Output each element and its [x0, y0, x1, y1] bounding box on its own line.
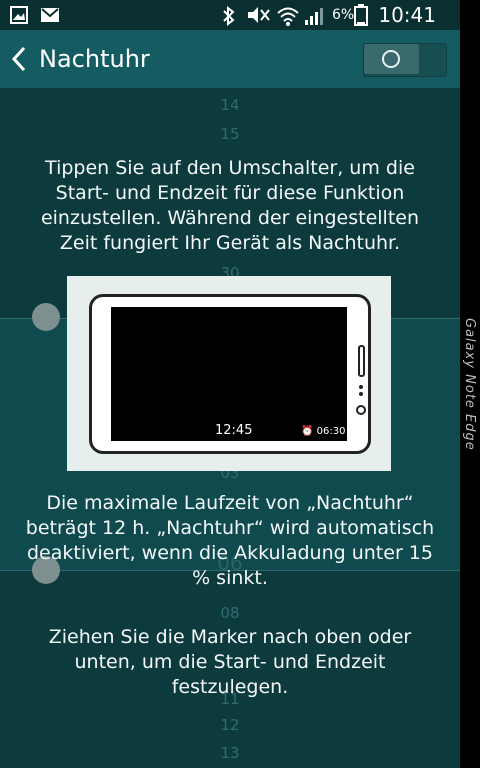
battery-percent: 6% — [332, 7, 355, 23]
status-bar: 6% 10:41 — [0, 0, 460, 30]
mute-icon — [248, 7, 270, 23]
screen: 6% 10:41 Nachtuhr 14 15 30 03 06 08 11 1… — [0, 0, 460, 768]
back-button[interactable] — [8, 44, 32, 74]
action-bar: Nachtuhr — [0, 30, 460, 88]
page-title: Nachtuhr — [39, 45, 150, 73]
phone-outline: 12:45 ⏰ 06:30 — [89, 294, 371, 454]
intro-text: Tippen Sie auf den Umschalter, um die St… — [40, 157, 420, 254]
hour-label: 15 — [220, 125, 240, 143]
hour-label: 13 — [220, 744, 240, 762]
illustration-alarm-time: 06:30 — [316, 426, 346, 437]
limit-text: Die maximale Laufzeit von „Nachtuhr“ bet… — [25, 492, 435, 589]
nachtuhr-toggle[interactable] — [363, 43, 447, 77]
phone-screen: 12:45 ⏰ 06:30 — [111, 307, 347, 441]
hour-label: 12 — [220, 716, 240, 734]
toggle-thumb[interactable] — [364, 44, 419, 74]
phone-speaker — [358, 345, 365, 377]
edge-panel[interactable]: Galaxy Note Edge — [460, 0, 480, 768]
phone-dots — [359, 385, 364, 399]
hour-label: 08 — [220, 604, 240, 622]
hour-label: 14 — [220, 96, 240, 114]
battery-icon — [354, 4, 368, 26]
bluetooth-icon — [223, 6, 235, 26]
drag-text: Ziehen Sie die Marker nach oben oder unt… — [48, 626, 412, 698]
status-time: 10:41 — [378, 3, 436, 27]
signal-icon — [305, 8, 323, 25]
nachtuhr-illustration: 12:45 ⏰ 06:30 — [67, 276, 391, 471]
phone-home-button — [356, 405, 366, 415]
illustration-clock: 12:45 — [215, 423, 253, 438]
illustration-alarm: ⏰ 06:30 — [301, 426, 346, 437]
edge-label: Galaxy Note Edge — [462, 318, 477, 451]
picture-icon — [10, 6, 28, 24]
mail-icon — [41, 8, 59, 22]
wifi-icon — [277, 7, 299, 26]
start-time-marker[interactable] — [32, 303, 60, 331]
